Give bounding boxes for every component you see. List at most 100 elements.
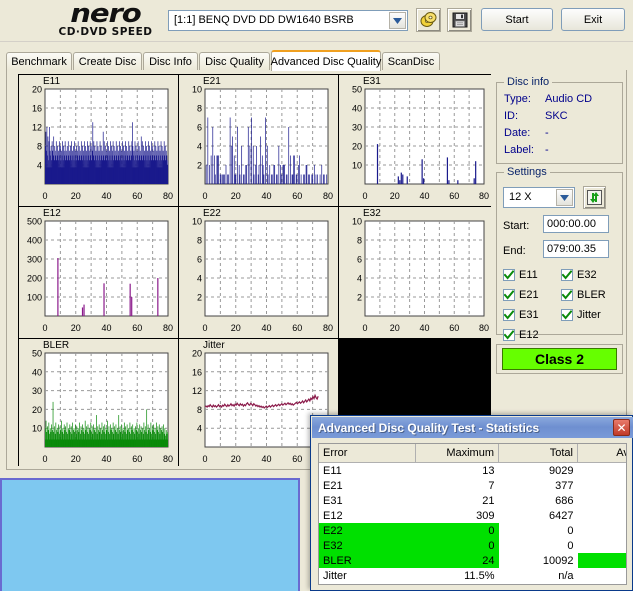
cell-error: E11	[319, 463, 416, 479]
svg-text:8: 8	[197, 104, 202, 114]
svg-text:20: 20	[390, 323, 400, 333]
table-row[interactable]: E32000.00	[319, 538, 627, 553]
column-header-average[interactable]: Average	[578, 444, 628, 463]
svg-text:2: 2	[197, 161, 202, 171]
checkbox-box[interactable]	[503, 309, 515, 321]
chart-e21: 246810020406080E21	[179, 75, 338, 206]
table-row[interactable]: E1230964271.36	[319, 508, 627, 523]
svg-text:4: 4	[197, 424, 202, 434]
app-header: nero CD·DVD SPEED [1:1] BENQ DVD DD DW16…	[0, 0, 633, 42]
svg-text:20: 20	[192, 349, 202, 359]
checkbox-e11[interactable]: E11	[503, 269, 538, 281]
logo-wordmark: nero	[30, 2, 181, 26]
exit-button[interactable]: Exit	[561, 8, 625, 31]
svg-text:10: 10	[192, 217, 202, 227]
cell-error: E21	[319, 478, 416, 493]
refresh-button[interactable]	[583, 186, 606, 209]
svg-text:40: 40	[101, 191, 111, 201]
table-row[interactable]: E22000.00	[319, 523, 627, 538]
check-icon	[504, 270, 514, 280]
svg-text:40: 40	[261, 323, 271, 333]
svg-text:0: 0	[42, 323, 47, 333]
cell-maximum: 24	[416, 553, 499, 568]
svg-text:50: 50	[352, 85, 362, 95]
settings-group-label: Settings	[504, 166, 550, 178]
chevron-down-icon[interactable]	[556, 189, 573, 206]
cell-maximum: 309	[416, 508, 499, 523]
cell-maximum: 13	[416, 463, 499, 479]
cell-error: E32	[319, 538, 416, 553]
checkbox-e21[interactable]: E21	[503, 289, 539, 301]
cell-total: 377	[499, 478, 578, 493]
floppy-save-icon	[452, 12, 468, 28]
tab-benchmark[interactable]: Benchmark	[6, 52, 72, 70]
svg-text:4: 4	[197, 274, 202, 284]
start-button[interactable]: Start	[481, 8, 553, 31]
checkbox-label: E32	[577, 269, 597, 281]
cell-average: 0.00	[578, 538, 628, 553]
svg-text:80: 80	[163, 191, 173, 201]
cell-total: 686	[499, 493, 578, 508]
disc-label-label: Label:	[504, 144, 534, 156]
cell-error: E22	[319, 523, 416, 538]
checkbox-e32[interactable]: E32	[561, 269, 597, 281]
statistics-dialog-titlebar[interactable]: Advanced Disc Quality Test - Statistics …	[312, 417, 633, 438]
chevron-down-icon[interactable]	[389, 12, 406, 29]
checkbox-bler[interactable]: BLER	[561, 289, 606, 301]
column-header-error[interactable]: Error	[319, 444, 416, 463]
cell-average: 2.13	[578, 553, 628, 568]
disc-date-value: -	[545, 127, 549, 139]
cell-maximum: 21	[416, 493, 499, 508]
speed-selector[interactable]: 12 X	[503, 187, 575, 208]
svg-text:12: 12	[192, 386, 202, 396]
cell-maximum: 7	[416, 478, 499, 493]
svg-text:20: 20	[32, 85, 42, 95]
drive-selector[interactable]: [1:1] BENQ DVD DD DW1640 BSRB	[168, 10, 408, 31]
svg-text:50: 50	[32, 349, 42, 359]
checkbox-box[interactable]	[561, 269, 573, 281]
checkbox-box[interactable]	[503, 269, 515, 281]
svg-text:60: 60	[132, 191, 142, 201]
cell-average: 0.08	[578, 478, 628, 493]
checkbox-box[interactable]	[503, 329, 515, 341]
svg-text:6: 6	[197, 255, 202, 265]
column-header-total[interactable]: Total	[499, 444, 578, 463]
chart-title: Jitter	[203, 340, 225, 351]
svg-text:20: 20	[32, 405, 42, 415]
column-header-maximum[interactable]: Maximum	[416, 444, 499, 463]
close-icon[interactable]: ✕	[613, 419, 630, 436]
checkbox-label: E21	[519, 289, 539, 301]
checkbox-jitter[interactable]: Jitter	[561, 309, 601, 321]
checkbox-e12[interactable]: E12	[503, 329, 539, 341]
svg-text:10: 10	[192, 85, 202, 95]
svg-text:20: 20	[71, 454, 81, 464]
tab-disc-info[interactable]: Disc Info	[143, 52, 198, 70]
svg-text:40: 40	[261, 191, 271, 201]
table-row[interactable]: E31216860.14	[319, 493, 627, 508]
start-time-field[interactable]: 000:00.00	[543, 215, 609, 233]
table-row[interactable]: E111390291.91	[319, 463, 627, 479]
svg-text:40: 40	[101, 323, 111, 333]
table-row[interactable]: E2173770.08	[319, 478, 627, 493]
checkbox-e31[interactable]: E31	[503, 309, 539, 321]
save-button[interactable]	[447, 8, 472, 32]
tab-disc-quality[interactable]: Disc Quality	[199, 52, 270, 70]
checkbox-box[interactable]	[503, 289, 515, 301]
svg-text:60: 60	[449, 323, 459, 333]
end-time-field[interactable]: 079:00.35	[543, 240, 609, 258]
checkbox-box[interactable]	[561, 289, 573, 301]
cell-average: 1.91	[578, 463, 628, 479]
tab-create-disc[interactable]: Create Disc	[73, 52, 142, 70]
table-row[interactable]: Jitter11.5%n/a8.82%	[319, 568, 627, 583]
svg-text:20: 20	[231, 454, 241, 464]
tab-scandisc[interactable]: ScanDisc	[382, 52, 440, 70]
checkbox-box[interactable]	[561, 309, 573, 321]
chart-title: E22	[203, 208, 221, 219]
table-row[interactable]: BLER24100922.13	[319, 553, 627, 568]
tab-advanced-disc-quality[interactable]: Advanced Disc Quality	[271, 50, 381, 71]
disc-icon-button[interactable]	[416, 8, 441, 32]
table-header-row: ErrorMaximumTotalAverage	[319, 444, 627, 463]
statistics-table-container: ErrorMaximumTotalAverage E111390291.91E2…	[318, 443, 627, 585]
disc-info-group-label: Disc info	[504, 76, 552, 88]
svg-text:0: 0	[362, 191, 367, 201]
